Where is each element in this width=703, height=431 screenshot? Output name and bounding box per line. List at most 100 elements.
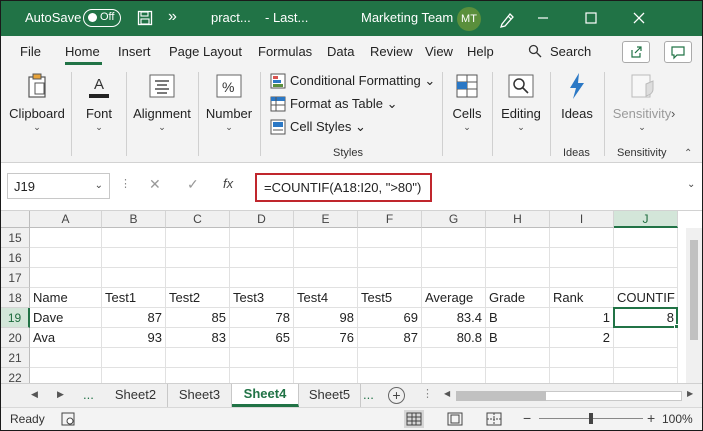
table-cell[interactable] — [102, 228, 166, 248]
table-cell[interactable] — [550, 368, 614, 383]
table-cell[interactable] — [358, 248, 422, 268]
name-box[interactable]: J19 ⌄ — [7, 173, 110, 199]
zoom-level[interactable]: 100% — [662, 412, 693, 426]
font-button[interactable]: A Font ⌄ — [75, 66, 123, 163]
table-cell[interactable]: Test3 — [230, 288, 294, 308]
avatar[interactable]: MT — [457, 7, 481, 31]
number-button[interactable]: % Number ⌄ — [201, 66, 257, 163]
tab-review[interactable]: Review — [370, 44, 413, 59]
tab-home[interactable]: Home — [65, 44, 100, 59]
table-cell[interactable]: 85 — [166, 308, 230, 328]
search-label[interactable]: Search — [550, 44, 591, 59]
zoom-out-button[interactable]: − — [523, 410, 531, 426]
formula-bar-handle[interactable]: ⋮ — [120, 177, 131, 190]
editing-button[interactable]: Editing ⌄ — [495, 66, 547, 163]
table-cell[interactable]: Name — [30, 288, 102, 308]
table-cell[interactable] — [422, 368, 486, 383]
table-cell[interactable] — [358, 268, 422, 288]
autosave-toggle[interactable]: Off — [83, 9, 121, 27]
horizontal-scroll-thumb[interactable] — [456, 391, 546, 401]
table-cell[interactable]: Average — [422, 288, 486, 308]
table-cell[interactable]: 98 — [294, 308, 358, 328]
table-cell[interactable] — [614, 268, 678, 288]
table-cell[interactable] — [358, 368, 422, 383]
formula-input[interactable]: =COUNTIF(A18:I20, ">80") — [255, 173, 432, 202]
table-cell[interactable] — [166, 248, 230, 268]
format-as-table-button[interactable]: Format as Table ⌄ — [268, 94, 438, 117]
row-header[interactable]: 22 — [1, 368, 30, 383]
maximize-icon[interactable] — [579, 6, 603, 30]
pen-icon[interactable] — [497, 9, 517, 29]
table-cell[interactable] — [422, 248, 486, 268]
table-cell[interactable] — [486, 268, 550, 288]
table-cell[interactable] — [614, 228, 678, 248]
table-cell[interactable] — [166, 368, 230, 383]
clipboard-button[interactable]: Clipboard ⌄ — [5, 66, 69, 163]
next-sheet-icon[interactable]: ▶ — [57, 389, 64, 400]
table-cell[interactable]: Rank — [550, 288, 614, 308]
table-cell[interactable] — [102, 348, 166, 368]
table-cell[interactable] — [486, 228, 550, 248]
sheet-tab-sheet4[interactable]: Sheet4 — [232, 384, 299, 407]
table-cell[interactable] — [614, 348, 678, 368]
table-cell[interactable]: 1 — [550, 308, 614, 328]
table-cell[interactable]: B — [486, 308, 550, 328]
search-icon[interactable] — [528, 44, 542, 58]
document-name[interactable]: pract... — [211, 10, 251, 25]
minimize-icon[interactable] — [531, 6, 555, 30]
table-cell[interactable] — [230, 248, 294, 268]
add-sheet-button[interactable]: + — [388, 387, 405, 404]
row-header[interactable]: 20 — [1, 328, 30, 348]
column-header-a[interactable]: A — [30, 211, 102, 228]
tab-file[interactable]: File — [20, 44, 41, 59]
table-cell[interactable]: 78 — [230, 308, 294, 328]
table-cell[interactable] — [30, 368, 102, 383]
table-cell[interactable] — [294, 228, 358, 248]
expand-formula-bar-icon[interactable]: ⌄ — [687, 179, 695, 190]
document-location[interactable]: - Last... — [265, 10, 308, 25]
table-cell[interactable]: Grade — [486, 288, 550, 308]
normal-view-icon[interactable] — [404, 410, 424, 428]
zoom-in-button[interactable]: + — [647, 410, 655, 426]
table-cell[interactable]: 87 — [102, 308, 166, 328]
vertical-scrollbar[interactable] — [686, 228, 702, 383]
scroll-left-icon[interactable]: ◀ — [444, 389, 450, 398]
table-cell[interactable] — [102, 268, 166, 288]
table-cell[interactable]: 83.4 — [422, 308, 486, 328]
table-cell[interactable] — [102, 368, 166, 383]
table-cell[interactable] — [550, 348, 614, 368]
horizontal-scrollbar[interactable]: ◀ ▶ — [442, 389, 698, 403]
table-cell[interactable] — [30, 248, 102, 268]
column-header-j[interactable]: J — [614, 211, 678, 228]
cells-button[interactable]: Cells ⌄ — [445, 66, 489, 163]
scroll-right-icon[interactable]: ▶ — [687, 389, 693, 398]
table-cell[interactable] — [230, 348, 294, 368]
alignment-button[interactable]: Alignment ⌄ — [129, 66, 195, 163]
sheet-tab-sheet3[interactable]: Sheet3 — [168, 384, 232, 407]
table-cell[interactable] — [486, 248, 550, 268]
share-button[interactable] — [622, 41, 650, 63]
table-cell[interactable] — [422, 348, 486, 368]
tab-splitter[interactable]: ⋮ — [422, 387, 433, 400]
sheet-tab-sheet2[interactable]: Sheet2 — [104, 384, 168, 407]
table-cell[interactable] — [30, 268, 102, 288]
column-header-b[interactable]: B — [102, 211, 166, 228]
cell-styles-button[interactable]: Cell Styles ⌄ — [268, 117, 438, 140]
table-cell[interactable] — [550, 268, 614, 288]
table-cell[interactable] — [486, 348, 550, 368]
select-all-corner[interactable] — [1, 211, 30, 228]
column-header-g[interactable]: G — [422, 211, 486, 228]
table-cell[interactable] — [294, 248, 358, 268]
table-cell[interactable]: B — [486, 328, 550, 348]
close-icon[interactable] — [627, 6, 651, 30]
table-cell[interactable]: 80.8 — [422, 328, 486, 348]
table-cell[interactable] — [102, 248, 166, 268]
quick-access-more[interactable]: » — [168, 8, 177, 26]
ribbon-scroll-right-icon[interactable]: › — [671, 106, 675, 121]
table-cell[interactable] — [614, 248, 678, 268]
table-cell[interactable]: 76 — [294, 328, 358, 348]
chevron-down-icon[interactable]: ⌄ — [95, 180, 103, 191]
table-cell[interactable] — [422, 268, 486, 288]
tab-data[interactable]: Data — [327, 44, 354, 59]
comments-button[interactable] — [664, 41, 692, 63]
